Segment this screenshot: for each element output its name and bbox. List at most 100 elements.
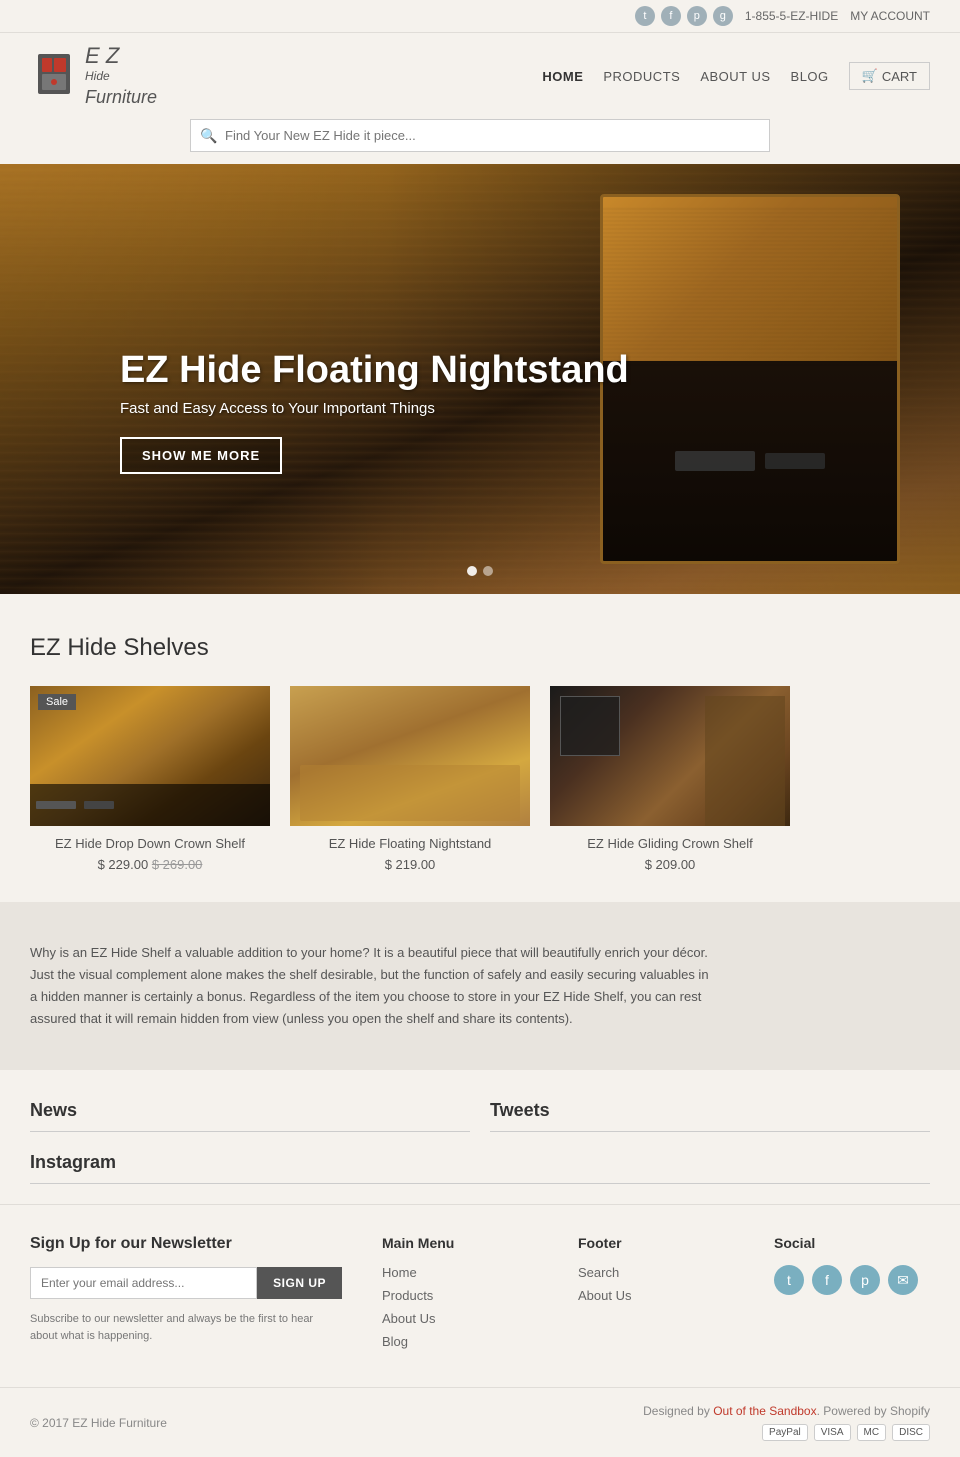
news-tweets-section: News Tweets [0, 1070, 960, 1152]
footer-facebook-icon[interactable]: f [812, 1265, 842, 1295]
hero-subtitle: Fast and Easy Access to Your Important T… [120, 400, 629, 417]
news-divider [30, 1131, 470, 1132]
paypal-icon: PayPal [762, 1424, 808, 1441]
hero-dots [467, 566, 493, 576]
product-card-1[interactable]: Sale EZ Hide Drop Down Crown Shelf $ 229… [30, 686, 270, 872]
product-name-1: EZ Hide Drop Down Crown Shelf [30, 836, 270, 851]
newsletter-title: Sign Up for our Newsletter [30, 1235, 342, 1253]
cart-icon: 🛒 [862, 68, 878, 84]
footer-main-menu-title: Main Menu [382, 1235, 538, 1251]
hero-section: EZ Hide Floating Nightstand Fast and Eas… [0, 164, 960, 594]
products-grid: Sale EZ Hide Drop Down Crown Shelf $ 229… [30, 686, 930, 872]
product-sale-price-3: $ 209.00 [645, 857, 696, 872]
product-name-3: EZ Hide Gliding Crown Shelf [550, 836, 790, 851]
instagram-divider [30, 1183, 930, 1184]
search-bar: 🔍 [0, 119, 960, 164]
info-section: Why is an EZ Hide Shelf a valuable addit… [0, 902, 960, 1070]
footer-email-icon[interactable]: ✉ [888, 1265, 918, 1295]
search-icon: 🔍 [200, 127, 217, 144]
top-social-icons: t f p g [635, 6, 733, 26]
newsletter-email-input[interactable] [30, 1267, 257, 1299]
newsletter-section: Sign Up for our Newsletter SIGN UP Subsc… [30, 1235, 342, 1357]
sale-badge-1: Sale [38, 694, 76, 710]
footer-footer-menu-title: Footer [578, 1235, 734, 1251]
product-image-1: Sale [30, 686, 270, 826]
cart-label: CART [882, 69, 917, 84]
news-column: News [30, 1100, 470, 1142]
hero-dot-1[interactable] [467, 566, 477, 576]
product-card-2[interactable]: EZ Hide Floating Nightstand $ 219.00 [290, 686, 530, 872]
bottom-bar: © 2017 EZ Hide Furniture Designed by Out… [0, 1387, 960, 1457]
product-name-2: EZ Hide Floating Nightstand [290, 836, 530, 851]
footer-main-menu-products[interactable]: Products [382, 1288, 538, 1303]
footer-social: Social t f p ✉ [774, 1235, 930, 1357]
footer-main-menu-about[interactable]: About Us [382, 1311, 538, 1326]
product-price-1: $ 229.00 $ 269.00 [30, 857, 270, 872]
hero-title: EZ Hide Floating Nightstand [120, 349, 629, 392]
tweets-column: Tweets [490, 1100, 930, 1142]
powered-by: Designed by Out of the Sandbox. Powered … [643, 1404, 930, 1418]
search-input[interactable] [190, 119, 770, 152]
cart-button[interactable]: 🛒 CART [849, 62, 930, 90]
facebook-icon[interactable]: f [661, 6, 681, 26]
my-account-link[interactable]: MY ACCOUNT [850, 9, 930, 23]
product-card-3[interactable]: EZ Hide Gliding Crown Shelf $ 209.00 [550, 686, 790, 872]
header: E Z Hide Furniture HOME PRODUCTS ABOUT U… [0, 33, 960, 119]
product-price-2: $ 219.00 [290, 857, 530, 872]
product-price-3: $ 209.00 [550, 857, 790, 872]
footer-footer-menu: Footer Search About Us [578, 1235, 734, 1357]
designed-by-text: Designed by [643, 1404, 713, 1418]
newsletter-signup-button[interactable]: SIGN UP [257, 1267, 342, 1299]
footer-twitter-icon[interactable]: t [774, 1265, 804, 1295]
copyright: © 2017 EZ Hide Furniture [30, 1416, 167, 1430]
logo-icon [30, 44, 85, 109]
footer-social-title: Social [774, 1235, 930, 1251]
sandbox-link[interactable]: Out of the Sandbox [713, 1404, 816, 1418]
footer-main-menu-home[interactable]: Home [382, 1265, 538, 1280]
nav-blog[interactable]: BLOG [791, 69, 829, 84]
product-original-price-1: $ 269.00 [152, 857, 203, 872]
bottom-right: Designed by Out of the Sandbox. Powered … [643, 1404, 930, 1441]
powered-text: . Powered by Shopify [817, 1404, 930, 1418]
gplus-icon[interactable]: g [713, 6, 733, 26]
nav-products[interactable]: PRODUCTS [603, 69, 680, 84]
footer-footer-menu-search[interactable]: Search [578, 1265, 734, 1280]
footer-main: Sign Up for our Newsletter SIGN UP Subsc… [0, 1204, 960, 1387]
search-wrapper: 🔍 [190, 119, 770, 152]
mastercard-icon: MC [857, 1424, 887, 1441]
product-image-2 [290, 686, 530, 826]
news-title: News [30, 1100, 470, 1121]
product-sale-price-1: $ 229.00 [98, 857, 149, 872]
visa-icon: VISA [814, 1424, 851, 1441]
products-section: EZ Hide Shelves Sale EZ Hide Drop Down C… [0, 594, 960, 902]
pinterest-icon[interactable]: p [687, 6, 707, 26]
footer-social-icons: t f p ✉ [774, 1265, 930, 1295]
payment-icons: PayPal VISA MC DISC [643, 1424, 930, 1441]
instagram-section: Instagram [0, 1152, 960, 1204]
hero-dot-2[interactable] [483, 566, 493, 576]
products-section-title: EZ Hide Shelves [30, 634, 930, 662]
footer-pinterest-icon[interactable]: p [850, 1265, 880, 1295]
tweets-divider [490, 1131, 930, 1132]
nav-about[interactable]: ABOUT US [700, 69, 770, 84]
logo[interactable]: E Z Hide Furniture [30, 43, 157, 109]
product-sale-price-2: $ 219.00 [385, 857, 436, 872]
newsletter-form: SIGN UP [30, 1267, 342, 1299]
instagram-title: Instagram [30, 1152, 930, 1173]
footer-footer-menu-about[interactable]: About Us [578, 1288, 734, 1303]
hero-cta-button[interactable]: SHOW ME MORE [120, 437, 282, 474]
nav-home[interactable]: HOME [542, 69, 583, 84]
footer-main-menu: Main Menu Home Products About Us Blog [382, 1235, 538, 1357]
twitter-icon[interactable]: t [635, 6, 655, 26]
main-nav: HOME PRODUCTS ABOUT US BLOG 🛒 CART [542, 62, 930, 90]
newsletter-note: Subscribe to our newsletter and always b… [30, 1311, 342, 1344]
top-bar: t f p g 1-855-5-EZ-HIDE MY ACCOUNT [0, 0, 960, 33]
footer-main-menu-blog[interactable]: Blog [382, 1334, 538, 1349]
product-img-bg-3 [550, 686, 790, 826]
discover-icon: DISC [892, 1424, 930, 1441]
product-image-3 [550, 686, 790, 826]
hero-content: EZ Hide Floating Nightstand Fast and Eas… [120, 349, 629, 474]
product-img-bg-2 [290, 686, 530, 826]
phone-number: 1-855-5-EZ-HIDE [745, 9, 838, 23]
info-text: Why is an EZ Hide Shelf a valuable addit… [30, 942, 710, 1030]
